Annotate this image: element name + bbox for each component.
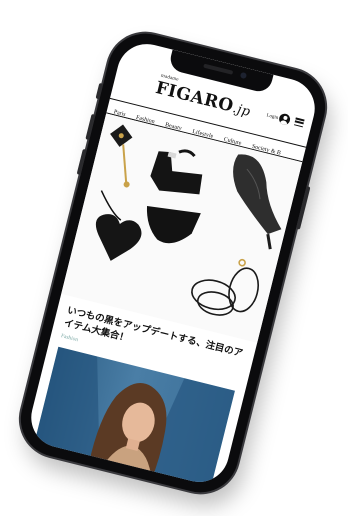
woman-portrait xyxy=(31,346,235,489)
volume-down-button xyxy=(76,148,87,176)
logo-suffix: .jp xyxy=(231,101,253,121)
article-category[interactable]: Fashion xyxy=(60,333,78,343)
article-photo[interactable] xyxy=(31,346,235,489)
login-link[interactable]: Login xyxy=(266,113,279,121)
hoop-earrings xyxy=(191,258,259,316)
brooch-pin xyxy=(110,124,133,188)
mute-switch xyxy=(95,82,104,100)
camera xyxy=(239,71,248,80)
bikini-top xyxy=(150,149,203,195)
bikini-bottom xyxy=(146,206,201,244)
speaker xyxy=(203,63,234,75)
hamburger-menu-icon[interactable] xyxy=(293,117,305,128)
mule-shoe xyxy=(233,154,282,250)
phone-frame: madame FIGARO.jp Login Paris Fashion Bea… xyxy=(12,25,334,501)
power-button xyxy=(295,186,311,230)
volume-up-button xyxy=(85,113,96,141)
user-icon[interactable] xyxy=(277,112,292,126)
heart-bag xyxy=(95,190,142,261)
phone-screen: madame FIGARO.jp Login Paris Fashion Bea… xyxy=(24,37,322,489)
